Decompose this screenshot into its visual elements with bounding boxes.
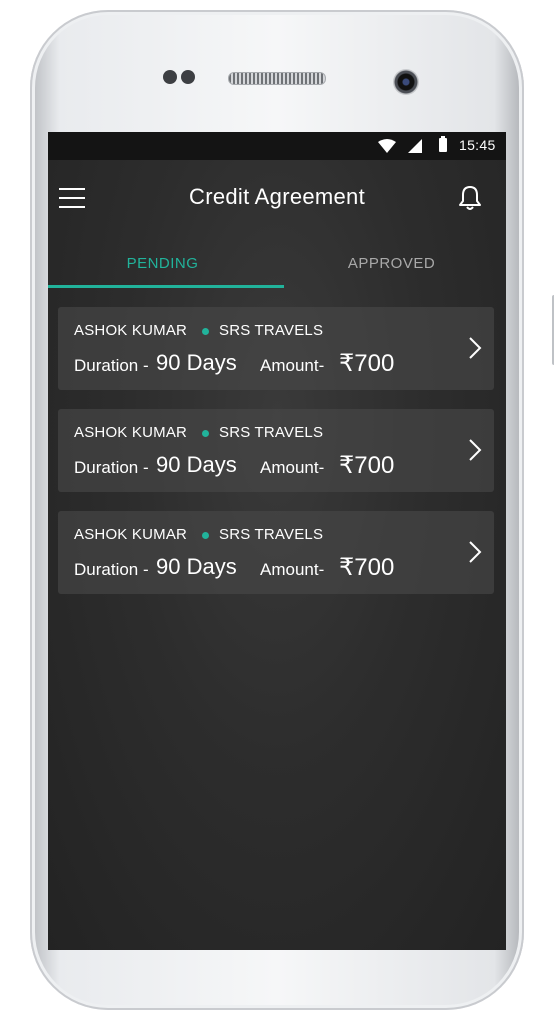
app-toolbar: Credit Agreement [48,160,506,240]
company-name: SRS TRAVELS [219,526,324,543]
duration-value: 90 Days [156,554,237,579]
duration-label: Duration - [74,356,149,375]
chevron-right-icon[interactable] [468,438,482,467]
amount-value: ₹700 [339,452,395,479]
agreement-card[interactable]: ASHOK KUMAR SRS TRAVELS Duration - 90 Da… [58,511,494,594]
agreement-card[interactable]: ASHOK KUMAR SRS TRAVELS Duration - 90 Da… [58,409,494,492]
amount-label: Amount- [260,560,325,579]
customer-name: ASHOK KUMAR [74,322,188,339]
amount-value: ₹700 [339,350,395,377]
duration-value: 90 Days [156,350,237,375]
amount-label: Amount- [260,458,325,477]
active-tab-indicator [48,285,284,288]
customer-name: ASHOK KUMAR [74,424,188,441]
wifi-icon [378,139,396,156]
battery-icon [439,136,447,152]
page-title: Credit Agreement [189,184,365,209]
proximity-sensor [163,70,177,84]
amount-value: ₹700 [339,554,395,581]
tab-pending[interactable]: PENDING [48,240,277,288]
company-name: SRS TRAVELS [219,322,324,339]
bell-icon[interactable] [456,184,484,217]
agreement-list: ASHOK KUMAR SRS TRAVELS Duration - 90 Da… [58,307,494,613]
separator-dot [202,328,209,335]
chevron-right-icon[interactable] [468,540,482,569]
duration-label: Duration - [74,458,149,477]
status-bar: 15:45 [48,132,506,160]
tab-bar: PENDING APPROVED [48,240,506,288]
agreement-card[interactable]: ASHOK KUMAR SRS TRAVELS Duration - 90 Da… [58,307,494,390]
cell-signal-icon [408,139,422,156]
separator-dot [202,532,209,539]
duration-value: 90 Days [156,452,237,477]
company-name: SRS TRAVELS [219,424,324,441]
tab-approved[interactable]: APPROVED [277,240,506,288]
separator-dot [202,430,209,437]
chevron-right-icon[interactable] [468,336,482,365]
app-screen: 15:45 Credit Agreement PENDING APPROVED … [48,132,506,950]
earpiece-speaker [228,72,326,85]
customer-name: ASHOK KUMAR [74,526,188,543]
duration-label: Duration - [74,560,149,579]
status-time: 15:45 [459,137,496,153]
light-sensor [181,70,195,84]
amount-label: Amount- [260,356,325,375]
front-camera [393,69,419,95]
